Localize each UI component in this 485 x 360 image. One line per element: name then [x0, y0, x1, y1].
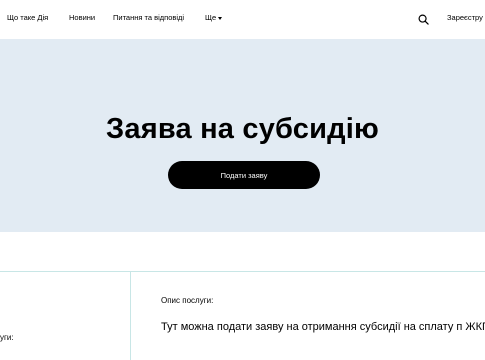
top-navigation: Що таке Дія Новини Питання та відповіді …: [0, 0, 485, 39]
service-description-text: Тут можна подати заяву на отримання субс…: [161, 321, 485, 333]
hero-banner: Заява на субсидію Подати заяву: [0, 39, 485, 232]
nav-more-label: Ще: [205, 13, 217, 22]
service-description-label: Опис послуги:: [161, 296, 214, 305]
chevron-down-icon: [218, 17, 223, 20]
search-icon[interactable]: [418, 14, 429, 25]
register-link[interactable]: Зареєстру: [447, 13, 483, 23]
nav-item-faq[interactable]: Питання та відповіді: [113, 13, 184, 23]
nav-item-what-is-diia[interactable]: Що таке Дія: [7, 13, 48, 23]
page-title: Заява на субсидію: [106, 113, 379, 145]
submit-application-button[interactable]: Подати заяву: [168, 161, 320, 189]
column-divider: [130, 271, 131, 360]
nav-item-more[interactable]: Ще: [205, 13, 223, 23]
nav-item-news[interactable]: Новини: [69, 13, 95, 23]
content-divider: [0, 271, 485, 272]
sidebar-label-fragment: уги:: [0, 333, 14, 342]
